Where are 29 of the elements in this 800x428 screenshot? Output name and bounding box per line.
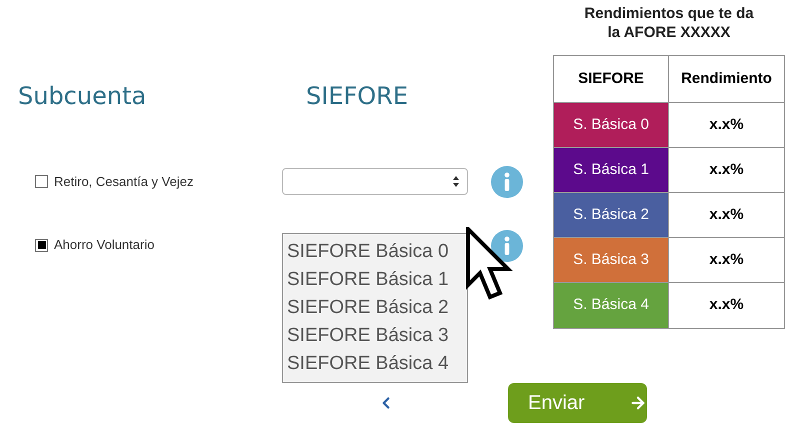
column-header: Rendimiento [680,68,773,89]
column-header: SIEFORE [554,56,669,102]
arrow-right-icon [628,394,647,412]
checkbox[interactable] [35,238,48,252]
list-option[interactable]: SIEFORE Básica 3 [287,322,463,350]
column-heading: Subcuenta [17,81,148,112]
siefore-cell: S. Básica 1 [554,148,669,192]
table-cell-text: x.x% [708,114,745,135]
select-field[interactable] [282,168,468,195]
siefore-cell: S. Básica 0 [554,103,669,147]
info-icon[interactable] [491,230,523,262]
siefore-cell: S. Básica 3 [554,238,669,282]
siefore-listbox[interactable]: SIEFORE Básica 0 SIEFORE Básica 1 SIEFORE Básica 2 SIEFORE Básica 3 SIEFORE Básica 4 [282,233,468,383]
list-option[interactable]: SIEFORE Básica 2 [287,294,463,322]
updown-icon [453,176,459,187]
list-option[interactable]: SIEFORE Básica 4 [287,350,463,378]
checkbox-label: Ahorro Voluntario [54,236,154,254]
table-title: Rendimientos que te da la AFORE XXXXX [583,4,755,42]
list-option[interactable]: SIEFORE Básica 0 [287,238,463,266]
siefore-cell: S. Básica 4 [554,283,669,328]
column-heading: SIEFORE [305,81,408,112]
list-option[interactable]: SIEFORE Básica 1 [287,266,463,294]
table-cell-text: x.x% [708,250,745,270]
checkbox-label: Retiro, Cesantía y Vejez [54,172,194,191]
table-cell-text: x.x% [708,295,745,316]
siefore-cell: S. Básica 2 [554,193,669,237]
checkbox[interactable] [35,175,48,188]
table-cell-text: x.x% [708,204,745,225]
table-cell-text: x.x% [708,160,745,180]
